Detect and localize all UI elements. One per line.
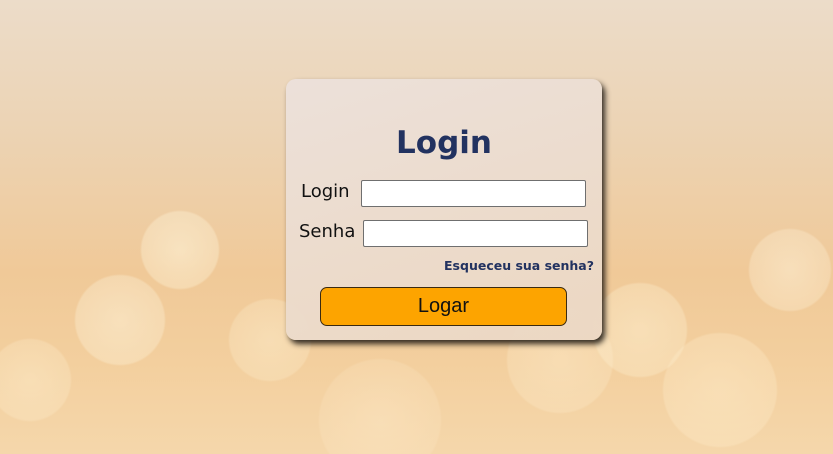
login-card: Login Login Senha Esqueceu sua senha? Lo… (286, 79, 602, 340)
forgot-password-link[interactable]: Esqueceu sua senha? (444, 258, 594, 273)
senha-input[interactable] (363, 220, 588, 247)
login-input[interactable] (361, 180, 586, 207)
senha-field-label: Senha (299, 221, 356, 242)
login-page: { "login_form": { "title": "Login", "fie… (0, 0, 833, 454)
logar-button[interactable]: Logar (320, 287, 567, 326)
login-title: Login (396, 125, 492, 161)
login-field-label: Login (301, 181, 350, 202)
